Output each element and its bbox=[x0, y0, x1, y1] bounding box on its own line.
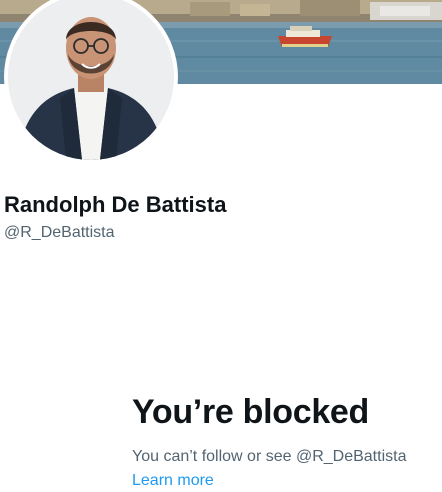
blocked-message: You can’t follow or see @R_DeBattista bbox=[132, 448, 407, 465]
learn-more-link[interactable]: Learn more bbox=[132, 470, 214, 492]
profile-handle: @R_DeBattista bbox=[4, 224, 115, 241]
avatar-image bbox=[8, 0, 174, 160]
profile-display-name: Randolph De Battista bbox=[4, 192, 227, 217]
blocked-title: You’re blocked bbox=[132, 393, 370, 431]
avatar[interactable] bbox=[4, 0, 178, 164]
